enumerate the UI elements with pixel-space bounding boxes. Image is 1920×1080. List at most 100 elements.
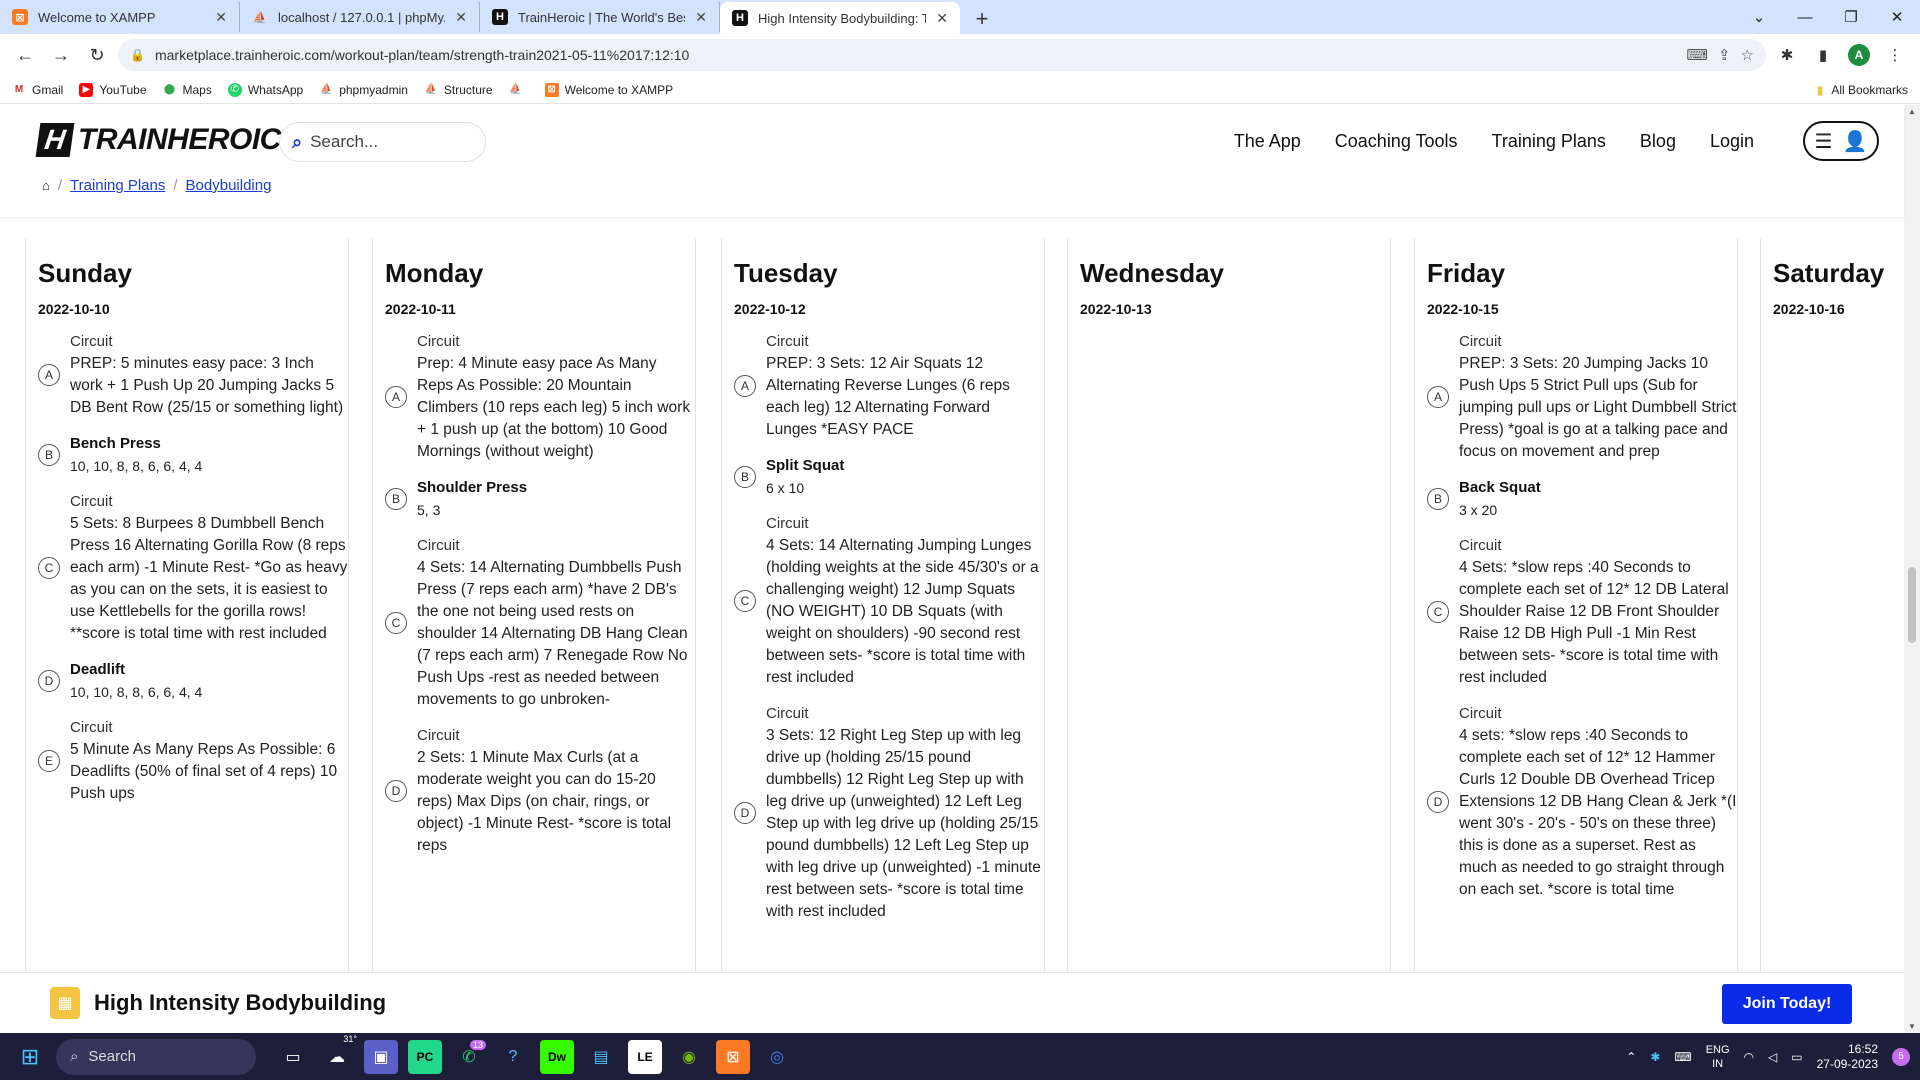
phpmyadmin-icon: ⛵ — [509, 84, 522, 95]
translate-icon[interactable]: ⌨ — [1686, 46, 1708, 64]
chrome-icon[interactable]: ◎ — [760, 1040, 794, 1074]
exercise-detail: 2 Sets: 1 Minute Max Curls (at a moderat… — [417, 749, 672, 854]
language-indicator[interactable]: ENG IN — [1706, 1043, 1730, 1071]
bookmark-youtube[interactable]: ▶ YouTube — [79, 82, 147, 97]
side-panel-icon[interactable]: ▮ — [1808, 40, 1838, 70]
xampp-icon[interactable]: ⊠ — [716, 1039, 750, 1074]
minimize-button[interactable]: — — [1782, 9, 1828, 26]
logo-mark: H — [35, 123, 75, 157]
bookmark-unnamed[interactable]: ⛵ — [509, 83, 529, 97]
exercise-letter-badge: C — [38, 557, 60, 579]
logo-text: TRAINHEROIC — [78, 123, 281, 156]
nav-login[interactable]: Login — [1710, 131, 1754, 152]
browser-tab[interactable]: ⊠ Welcome to XAMPP ✕ — [0, 2, 240, 32]
weather-icon[interactable]: ☁ 31° — [320, 1034, 357, 1074]
restore-button[interactable]: ❐ — [1828, 8, 1874, 26]
close-tab-icon[interactable]: ✕ — [215, 9, 227, 26]
forward-button[interactable]: → — [46, 40, 76, 70]
exercise-item: E Circuit 5 Minute As Many Reps As Possibl… — [38, 717, 348, 805]
day-column-saturday: Saturday 2022-10-16 — [1760, 238, 1920, 1033]
taskbar-search[interactable]: ⌕ Search — [56, 1038, 256, 1075]
teams-icon[interactable]: ▣ — [364, 1039, 398, 1074]
battery-icon[interactable]: ▭ — [1791, 1050, 1802, 1064]
search-icon: ⌕ — [70, 1048, 79, 1065]
exercise-type: Circuit — [417, 537, 460, 554]
day-date: 2022-10-15 — [1427, 301, 1499, 317]
keyboard-icon[interactable]: ⌨ — [1674, 1050, 1691, 1064]
trainheroic-icon: H — [732, 10, 748, 26]
bookmark-star-icon[interactable]: ☆ — [1741, 46, 1754, 64]
close-window-button[interactable]: ✕ — [1874, 8, 1920, 26]
chevron-up-icon[interactable]: ⌃ — [1626, 1050, 1636, 1064]
trainheroic-logo[interactable]: H TRAINHEROIC — [35, 123, 281, 157]
bookmark-xampp[interactable]: ⊠ Welcome to XAMPP — [544, 82, 673, 97]
browser-tab-active[interactable]: H High Intensity Bodybuilding: Trai ✕ — [720, 2, 960, 34]
browser-tab-strip: ⊠ Welcome to XAMPP ✕ ⛵ localhost / 127.0… — [0, 0, 1920, 34]
breadcrumb-separator: / — [57, 177, 63, 194]
chrome-menu-icon[interactable]: ⋮ — [1880, 40, 1910, 70]
nav-blog[interactable]: Blog — [1640, 131, 1676, 152]
join-today-button[interactable]: Join Today! — [1722, 984, 1852, 1024]
xampp-icon: ⊠ — [12, 9, 28, 25]
tab-title: Welcome to XAMPP — [38, 9, 156, 25]
help-icon[interactable]: ? — [496, 1040, 530, 1074]
day-column-wednesday: Wednesday 2022-10-13 — [1067, 238, 1391, 1033]
youtube-icon: ▶ — [79, 82, 94, 97]
scroll-up-icon[interactable]: ▲ — [1908, 107, 1916, 116]
close-tab-icon[interactable]: ✕ — [936, 10, 948, 27]
bookmark-maps[interactable]: ⬤ Maps — [163, 83, 212, 97]
bookmark-whatsapp[interactable]: ✆ WhatsApp — [227, 82, 303, 97]
nav-the-app[interactable]: The App — [1234, 131, 1301, 152]
site-info-icon[interactable]: 🔒 — [130, 48, 145, 62]
scrollbar-thumb[interactable] — [1908, 567, 1916, 643]
taskbar-clock[interactable]: 16:52 27-09-2023 — [1817, 1042, 1878, 1072]
close-tab-icon[interactable]: ✕ — [455, 9, 467, 26]
all-bookmarks[interactable]: ▮ All Bookmarks — [1817, 83, 1908, 97]
phpmyadmin-icon: ⛵ — [253, 11, 267, 24]
breadcrumb-training-plans[interactable]: Training Plans — [70, 177, 165, 194]
exercise-type: Circuit — [1459, 333, 1502, 350]
exercise-name: Back Squat — [1459, 479, 1541, 496]
task-view-icon[interactable]: ▭ — [276, 1040, 310, 1074]
volume-icon[interactable]: ◁ — [1768, 1050, 1777, 1064]
tab-title: TrainHeroic | The World's Best Tra — [518, 9, 685, 25]
notepad-icon[interactable]: ▤ — [584, 1040, 618, 1074]
browser-tab[interactable]: ⛵ localhost / 127.0.0.1 | phpMyAdm ✕ — [240, 2, 480, 32]
nav-training-plans[interactable]: Training Plans — [1492, 131, 1606, 152]
scroll-down-icon[interactable]: ▼ — [1908, 1022, 1916, 1031]
breadcrumb-bodybuilding[interactable]: Bodybuilding — [186, 177, 272, 194]
omnibox[interactable]: 🔒 marketplace.trainheroic.com/workout-pl… — [118, 39, 1766, 71]
reload-button[interactable]: ↻ — [82, 40, 112, 70]
new-tab-button[interactable]: + — [966, 4, 998, 34]
page-scrollbar[interactable]: ▲ ▼ — [1904, 105, 1920, 1033]
search-placeholder[interactable]: Search... — [310, 132, 378, 152]
pycharm-icon[interactable]: PC — [408, 1039, 442, 1074]
wifi-icon[interactable]: ◠ — [1744, 1050, 1754, 1064]
close-tab-icon[interactable]: ✕ — [695, 9, 707, 26]
exercise-type: Circuit — [70, 333, 113, 350]
bookmark-gmail[interactable]: M Gmail — [12, 83, 64, 97]
bookmark-phpmyadmin[interactable]: ⛵ phpmyadmin — [319, 83, 408, 97]
share-icon[interactable]: ⇪ — [1718, 46, 1731, 64]
url-text[interactable]: marketplace.trainheroic.com/workout-plan… — [155, 47, 1676, 63]
windows-start-icon[interactable]: ⊞ — [10, 1037, 50, 1077]
dreamweaver-icon[interactable]: Dw — [540, 1039, 574, 1074]
day-date: 2022-10-16 — [1773, 301, 1845, 317]
exercise-detail: 5 Sets: 8 Burpees 8 Dumbbell Bench Press… — [70, 515, 348, 642]
browser-tab[interactable]: H TrainHeroic | The World's Best Tra ✕ — [480, 2, 720, 32]
bookmark-structure[interactable]: ⛵ Structure — [424, 83, 493, 97]
latex-icon[interactable]: LE — [628, 1039, 662, 1074]
profile-avatar[interactable]: A — [1844, 40, 1874, 70]
home-icon[interactable]: ⌂ — [42, 178, 50, 193]
tab-search-icon[interactable]: ⌄ — [1736, 8, 1782, 26]
site-search-input[interactable]: ⌕ Search... — [279, 122, 486, 162]
back-button[interactable]: ← — [10, 40, 40, 70]
bluetooth-icon[interactable]: ✱ — [1650, 1050, 1660, 1064]
nav-coaching-tools[interactable]: Coaching Tools — [1335, 131, 1458, 152]
account-menu-button[interactable]: ☰ 👤 — [1803, 121, 1879, 161]
notification-badge[interactable]: 5 — [1892, 1047, 1910, 1066]
whatsapp-icon[interactable]: ✆ 13 — [452, 1039, 486, 1074]
week-schedule: Sunday 2022-10-10 A Circuit PREP: 5 minutes … — [25, 238, 1920, 1033]
extensions-icon[interactable]: ✱ — [1772, 40, 1802, 70]
nvidia-icon[interactable]: ◉ — [672, 1040, 706, 1074]
